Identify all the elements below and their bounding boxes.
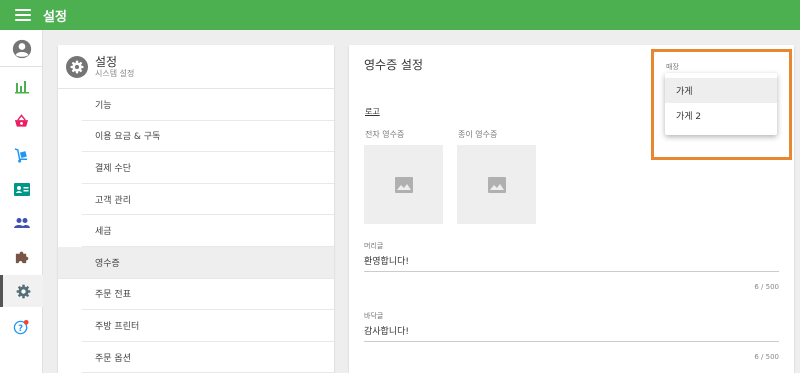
settings-menu-card: 설정 시스템 설정 기능 이용 요금 & 구독 결제 수단 고객 관리 세금 영… <box>58 45 334 373</box>
menu-item-billing[interactable]: 이용 요금 & 구독 <box>82 121 334 153</box>
nav-rail: ? <box>0 30 43 373</box>
header-char-count: 6 / 500 <box>754 283 779 291</box>
puzzle-icon[interactable] <box>0 241 43 273</box>
footer-input[interactable]: 감사합니다! <box>364 324 779 342</box>
settings-menu-subtitle: 시스템 설정 <box>95 68 135 78</box>
people-icon[interactable] <box>0 207 43 239</box>
menu-item-payment-methods[interactable]: 결제 수단 <box>82 152 334 184</box>
image-placeholder-icon <box>394 176 413 193</box>
panel-title: 영수증 설정 <box>364 58 424 72</box>
store-option[interactable]: 가게 2 <box>665 103 777 128</box>
store-option[interactable]: 가게 <box>665 78 777 103</box>
basket-icon[interactable] <box>0 105 43 137</box>
id-card-icon[interactable] <box>0 173 43 205</box>
paper-receipt-image-upload[interactable] <box>457 145 536 224</box>
top-app-bar: 설정 <box>0 0 800 30</box>
menu-item-customers[interactable]: 고객 관리 <box>82 184 334 216</box>
footer-char-count: 6 / 500 <box>754 353 779 361</box>
account-circle-icon[interactable] <box>0 33 43 65</box>
hamburger-menu-icon[interactable] <box>15 9 31 21</box>
paper-receipt-label: 종이 영수증 <box>458 130 498 139</box>
logo-section-heading: 로고 <box>365 107 380 116</box>
rail-divider <box>0 66 43 67</box>
menu-item-order-slip[interactable]: 주문 전표 <box>82 279 334 311</box>
settings-gear-icon[interactable] <box>0 275 43 307</box>
settings-menu-title: 설정 <box>95 54 118 69</box>
menu-item-order-options[interactable]: 주문 옵션 <box>82 342 334 373</box>
electronic-receipt-image-upload[interactable] <box>364 145 443 224</box>
dolly-icon[interactable] <box>0 139 43 171</box>
settings-menu-list: 기능 이용 요금 & 구독 결제 수단 고객 관리 세금 영수증 주문 전표 주… <box>58 89 334 373</box>
menu-item-taxes[interactable]: 세금 <box>82 215 334 247</box>
electronic-receipt-label: 전자 영수증 <box>365 130 405 139</box>
menu-item-features[interactable]: 기능 <box>82 89 334 121</box>
bar-chart-icon[interactable] <box>0 71 43 103</box>
menu-item-kitchen-printer[interactable]: 주방 프린터 <box>82 310 334 342</box>
help-icon[interactable]: ? <box>0 311 43 343</box>
svg-text:?: ? <box>18 323 23 333</box>
store-select-label: 매장 <box>666 63 679 71</box>
header-field: 머리글 환영합니다! 6 / 500 <box>364 241 779 291</box>
settings-gear-icon <box>66 55 88 78</box>
store-dropdown-menu: 가게 가게 2 <box>665 73 777 135</box>
header-field-label: 머리글 <box>364 242 384 250</box>
settings-menu-header: 설정 시스템 설정 <box>58 45 334 89</box>
footer-field: 바닥글 감사합니다! 6 / 500 <box>364 311 779 361</box>
app-title: 설정 <box>43 9 67 25</box>
footer-field-label: 바닥글 <box>364 312 384 320</box>
menu-item-receipt[interactable]: 영수증 <box>58 246 334 279</box>
image-placeholder-icon <box>487 176 506 193</box>
header-input[interactable]: 환영합니다! <box>364 254 779 272</box>
